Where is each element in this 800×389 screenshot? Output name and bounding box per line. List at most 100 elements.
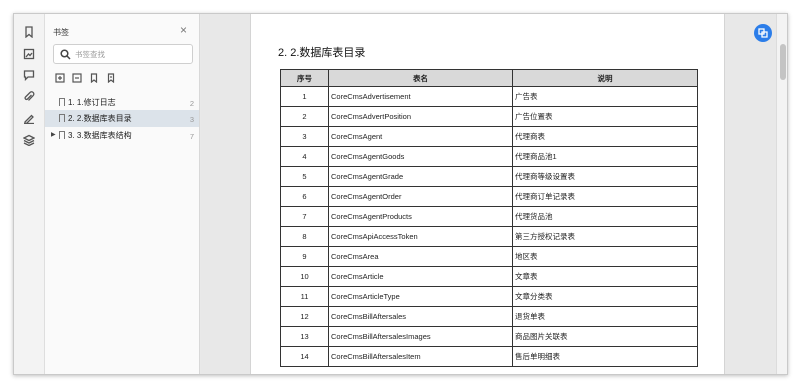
table-row: 8 CoreCmsApiAccessToken 第三方授权记录表 [280,226,698,247]
table-name-cell: CoreCmsAdvertPosition [328,106,513,127]
bookmark-label: 2. 2.数据库表目录 [68,114,132,123]
description-cell: 售后单明细表 [512,346,698,367]
row-number-cell: 5 [280,166,329,187]
table-row: 4 CoreCmsAgentGoods 代理商品池1 [280,146,698,167]
bookmark-panel: 书签 × 1. 1.修订日志 2 2. 2. [45,14,200,374]
description-cell: 广告表 [512,86,698,107]
row-number-cell: 7 [280,206,329,227]
description-cell: 文章分类表 [512,286,698,307]
bookmark-page: 2 [189,99,194,108]
bookmark-label: 3. 3.数据库表结构 [68,131,132,140]
table-row: 7 CoreCmsAgentProducts 代理货品池 [280,206,698,227]
row-number-cell: 9 [280,246,329,267]
table-row: 10 CoreCmsArticle 文章表 [280,266,698,287]
bookmark-page: 3 [189,115,194,124]
search-icon [60,49,71,60]
left-icon-toolbar [14,14,45,374]
description-cell: 退货单表 [512,306,698,327]
bookmark-search[interactable] [53,44,193,64]
document-page: 2. 2.数据库表目录 序号 表名 说明 1 CoreCmsAdvertiseme… [250,14,725,374]
description-cell: 地区表 [512,246,698,267]
table-directory: 序号 表名 说明 1 CoreCmsAdvertisement 广告表 2 CoreCm… [280,69,698,367]
bookmark-item-3[interactable]: ▶ 3. 3.数据库表结构 7 [45,127,199,144]
table-name-cell: CoreCmsBillAftersales [328,306,513,327]
description-cell: 第三方授权记录表 [512,226,698,247]
bookmark-item-icon [59,98,65,106]
row-number-cell: 12 [280,306,329,327]
row-number-cell: 4 [280,146,329,167]
table-name-cell: CoreCmsAgentProducts [328,206,513,227]
row-number-cell: 14 [280,346,329,367]
row-number-cell: 2 [280,106,329,127]
bookmark-item-2[interactable]: 2. 2.数据库表目录 3 [45,110,199,127]
table-name-cell: CoreCmsAgentGoods [328,146,513,167]
row-number-cell: 8 [280,226,329,247]
search-input[interactable] [75,47,187,61]
table-name-cell: CoreCmsArticleType [328,286,513,307]
description-cell: 代理商品池1 [512,146,698,167]
description-cell: 代理商表 [512,126,698,147]
table-row: 2 CoreCmsAdvertPosition 广告位置表 [280,106,698,127]
table-row: 11 CoreCmsArticleType 文章分类表 [280,286,698,307]
table-name-cell: CoreCmsAgentGrade [328,166,513,187]
collapse-all-icon[interactable] [70,71,83,84]
layers-icon[interactable] [22,133,36,147]
table-row: 9 CoreCmsArea 地区表 [280,246,698,267]
description-cell: 代理商等级设置表 [512,166,698,187]
expand-arrow-icon[interactable]: ▶ [51,131,56,138]
bookmark-item-1[interactable]: 1. 1.修订日志 2 [45,94,199,111]
bookmark-tools [53,71,117,85]
description-cell: 代理商订单记录表 [512,186,698,207]
table-name-cell: CoreCmsBillAftersalesItem [328,346,513,367]
expand-all-icon[interactable] [53,71,66,84]
table-name-cell: CoreCmsApiAccessToken [328,226,513,247]
table-row: 6 CoreCmsAgentOrder 代理商订单记录表 [280,186,698,207]
thumbnail-icon[interactable] [22,47,36,61]
close-icon[interactable]: × [180,24,187,36]
table-name-cell: CoreCmsArticle [328,266,513,287]
description-cell: 代理货品池 [512,206,698,227]
bookmark-icon[interactable] [22,25,36,39]
attachment-icon[interactable] [22,90,36,104]
table-name-cell: CoreCmsArea [328,246,513,267]
panel-title: 书签 [53,28,69,37]
add-bookmark-icon[interactable] [87,71,100,84]
floating-tool-button[interactable] [754,24,772,42]
bookmark-item-icon [59,114,65,122]
table-name-cell: CoreCmsAgent [328,126,513,147]
bookmark-page: 7 [189,132,194,141]
pdf-reader-window: 书签 × 1. 1.修订日志 2 2. 2. [13,13,788,375]
table-row: 5 CoreCmsAgentGrade 代理商等级设置表 [280,166,698,187]
table-name-cell: CoreCmsBillAftersalesImages [328,326,513,347]
translate-icon [758,28,768,38]
table-name-cell: CoreCmsAgentOrder [328,186,513,207]
row-number-cell: 6 [280,186,329,207]
column-header: 表名 [328,69,513,87]
delete-bookmark-icon[interactable] [104,71,117,84]
description-cell: 商品图片关联表 [512,326,698,347]
section-heading: 2. 2.数据库表目录 [278,47,366,59]
table-row: 12 CoreCmsBillAftersales 退货单表 [280,306,698,327]
row-number-cell: 10 [280,266,329,287]
document-viewer[interactable]: 2. 2.数据库表目录 序号 表名 说明 1 CoreCmsAdvertiseme… [201,14,776,374]
bookmark-label: 1. 1.修订日志 [68,98,116,107]
row-number-cell: 3 [280,126,329,147]
comment-icon[interactable] [22,68,36,82]
description-cell: 广告位置表 [512,106,698,127]
row-number-cell: 13 [280,326,329,347]
table-row: 13 CoreCmsBillAftersalesImages 商品图片关联表 [280,326,698,347]
table-row: 3 CoreCmsAgent 代理商表 [280,126,698,147]
bookmark-item-icon [59,131,65,139]
table-row: 1 CoreCmsAdvertisement 广告表 [280,86,698,107]
row-number-cell: 1 [280,86,329,107]
row-number-cell: 11 [280,286,329,307]
scroll-thumb[interactable] [780,44,786,80]
description-cell: 文章表 [512,266,698,287]
signature-icon[interactable] [22,111,36,125]
table-name-cell: CoreCmsAdvertisement [328,86,513,107]
column-header: 说明 [512,69,698,87]
column-header: 序号 [280,69,329,87]
table-row: 14 CoreCmsBillAftersalesItem 售后单明细表 [280,346,698,367]
table-header-row: 序号 表名 说明 [280,69,698,87]
vertical-scrollbar[interactable] [776,14,787,374]
